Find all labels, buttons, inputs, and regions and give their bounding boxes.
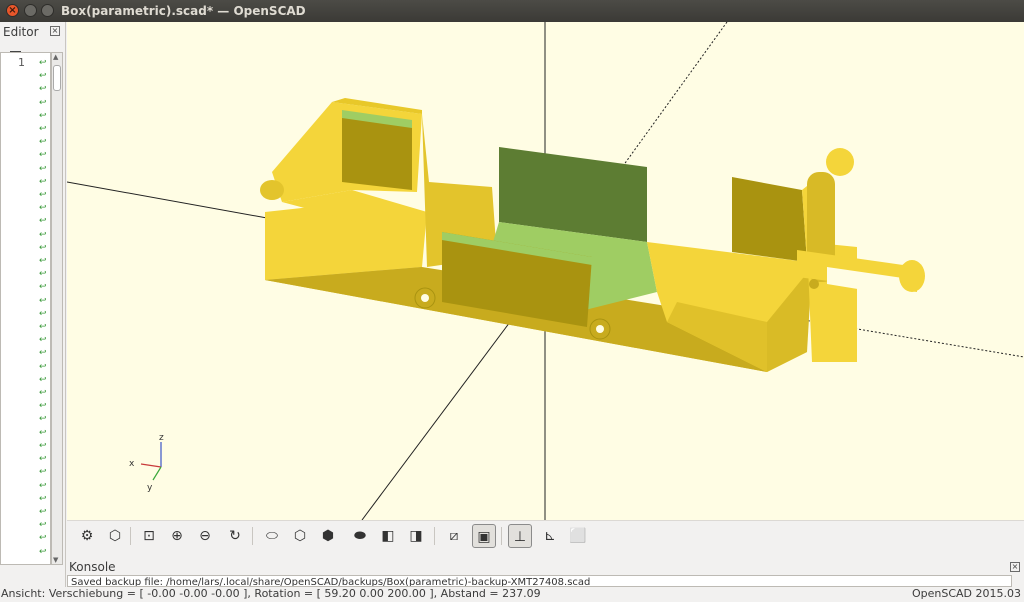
wrap-marker-icon: ↩ xyxy=(39,256,47,267)
zoom-out-button[interactable]: ⊖ xyxy=(193,524,217,548)
y-axis-line xyxy=(361,317,514,520)
title-bar: × Box(parametric).scad* — OpenSCAD xyxy=(0,0,1024,22)
axis-indicator-x xyxy=(140,463,162,468)
reset-view-button[interactable]: ↻ xyxy=(223,524,247,548)
window-maximize-button[interactable] xyxy=(41,4,54,17)
perspective-button[interactable]: ⧄ xyxy=(442,524,466,548)
wrap-marker-icon: ↩ xyxy=(39,163,47,174)
wrap-marker-icon: ↩ xyxy=(39,480,47,491)
view-status: Ansicht: Verschiebung = [ -0.00 -0.00 -0… xyxy=(1,587,541,600)
wrap-marker-icon: ↩ xyxy=(39,137,47,148)
editor-scrollbar[interactable]: ▲ ▼ xyxy=(51,52,63,565)
wrap-marker-icon: ↩ xyxy=(39,229,47,240)
wrap-marker-icon: ↩ xyxy=(39,348,47,359)
wrap-marker-icon: ↩ xyxy=(39,361,47,372)
console-label: Konsole xyxy=(69,560,116,574)
scroll-up-icon[interactable]: ▲ xyxy=(53,53,58,61)
wrap-marker-icon: ↩ xyxy=(39,520,47,531)
toolbar-separator xyxy=(434,527,435,545)
view-left-button[interactable]: ⬬ xyxy=(348,524,372,548)
version-label: OpenSCAD 2015.03 xyxy=(911,587,1021,600)
wrap-marker-icon: ↩ xyxy=(39,269,47,280)
wrap-marker-icon: ↩ xyxy=(39,242,47,253)
axis-label-z: z xyxy=(159,433,164,443)
wrap-marker-icon: ↩ xyxy=(39,440,47,451)
wrap-marker-icon: ↩ xyxy=(39,150,47,161)
wrap-marker-icon: ↩ xyxy=(39,546,47,557)
view-back-button[interactable]: ◨ xyxy=(404,524,428,548)
toolbar-separator xyxy=(130,527,131,545)
wrap-marker-icon: ↩ xyxy=(39,176,47,187)
console-panel: Konsole × Saved backup file: /home/lars/… xyxy=(67,551,1024,587)
wrap-marker-icon: ↩ xyxy=(39,493,47,504)
wrap-marker-icon: ↩ xyxy=(39,388,47,399)
wrap-marker-icon: ↩ xyxy=(39,97,47,108)
axis-label-y: y xyxy=(147,483,153,493)
model-render: z x y xyxy=(67,22,1024,520)
view-right-button[interactable]: ⬭ xyxy=(260,524,284,548)
show-axes-button[interactable]: ⊥ xyxy=(508,524,532,548)
code-editor[interactable]: 1 ↩ ↩ ↩ ↩ ↩ ↩ ↩ ↩ ↩ ↩ ↩ ↩ ↩ ↩ ↩ ↩ ↩ ↩ ↩ ↩ ↩ ↩ ↩ ↩ ↩ ↩ ↩ ↩ ↩ ↩ ↩ ↩ ↩ ↩ ↩ ↩ ↩ ↩ xyxy=(0,52,51,565)
editor-close-icon[interactable]: × xyxy=(50,26,60,36)
wrap-marker-icon: ↩ xyxy=(39,216,47,227)
view-toolbar: ⚙ ⬡ ⊡ ⊕ ⊖ ↻ ⬭ ⬡ ⬢ ⬬ ◧ ◨ ⧄ ▣ ⊥ ⊾ ⬜ xyxy=(67,520,1024,551)
view-all-button[interactable]: ⊡ xyxy=(137,524,161,548)
3d-viewport[interactable]: z x y xyxy=(67,22,1024,520)
scroll-thumb[interactable] xyxy=(53,65,61,91)
show-edges-button[interactable]: ⬜ xyxy=(566,524,590,548)
wrap-marker-icon: ↩ xyxy=(39,374,47,385)
window-title: Box(parametric).scad* — OpenSCAD xyxy=(61,4,306,18)
wrap-marker-icon: ↩ xyxy=(39,335,47,346)
scroll-down-icon[interactable]: ▼ xyxy=(53,556,58,564)
orthogonal-button[interactable]: ▣ xyxy=(472,524,496,548)
editor-label: Editor xyxy=(3,25,39,39)
wrap-marker-icon: ↩ xyxy=(39,414,47,425)
preview-button[interactable]: ⚙ xyxy=(75,524,99,548)
toolbar-separator xyxy=(501,527,502,545)
axis-label-x: x xyxy=(129,459,135,469)
wrap-marker-icon: ↩ xyxy=(39,295,47,306)
wrap-marker-icon: ↩ xyxy=(39,533,47,544)
window-close-button[interactable]: × xyxy=(6,4,19,17)
wrap-marker-icon: ↩ xyxy=(39,124,47,135)
wrap-marker-icon: ↩ xyxy=(39,110,47,121)
wrap-marker-icon: ↩ xyxy=(39,467,47,478)
wrap-marker-icon: ↩ xyxy=(39,308,47,319)
status-bar: Ansicht: Verschiebung = [ -0.00 -0.00 -0… xyxy=(0,587,1024,602)
wrap-marker-icon: ↩ xyxy=(39,71,47,82)
wrap-marker-icon: ↩ xyxy=(39,58,47,68)
zoom-in-button[interactable]: ⊕ xyxy=(165,524,189,548)
toolbar-separator xyxy=(252,527,253,545)
axis-indicator-y xyxy=(152,466,162,481)
wrap-marker-icon: ↩ xyxy=(39,322,47,333)
wrap-marker-icon: ↩ xyxy=(39,190,47,201)
wrap-marker-icon: ↩ xyxy=(39,84,47,95)
view-bottom-button[interactable]: ⬢ xyxy=(316,524,340,548)
wrap-markers: ↩ ↩ ↩ ↩ ↩ ↩ ↩ ↩ ↩ ↩ ↩ ↩ ↩ ↩ ↩ ↩ ↩ ↩ ↩ ↩ ↩ ↩ ↩ ↩ ↩ ↩ ↩ ↩ ↩ ↩ ↩ ↩ ↩ ↩ ↩ ↩ ↩ ↩ xyxy=(39,57,49,559)
x-axis-line xyxy=(67,181,268,219)
wrap-marker-icon: ↩ xyxy=(39,401,47,412)
wrap-marker-icon: ↩ xyxy=(39,454,47,465)
wrap-marker-icon: ↩ xyxy=(39,427,47,438)
wrap-marker-icon: ↩ xyxy=(39,203,47,214)
view-front-button[interactable]: ◧ xyxy=(376,524,400,548)
wrap-marker-icon: ↩ xyxy=(39,506,47,517)
render-button[interactable]: ⬡ xyxy=(103,524,127,548)
window-minimize-button[interactable] xyxy=(24,4,37,17)
wrap-marker-icon: ↩ xyxy=(39,282,47,293)
line-number: 1 xyxy=(18,56,25,69)
console-close-icon[interactable]: × xyxy=(1010,562,1020,572)
console-output: Saved backup file: /home/lars/.local/sha… xyxy=(67,575,1012,587)
show-scale-button[interactable]: ⊾ xyxy=(538,524,562,548)
view-top-button[interactable]: ⬡ xyxy=(288,524,312,548)
